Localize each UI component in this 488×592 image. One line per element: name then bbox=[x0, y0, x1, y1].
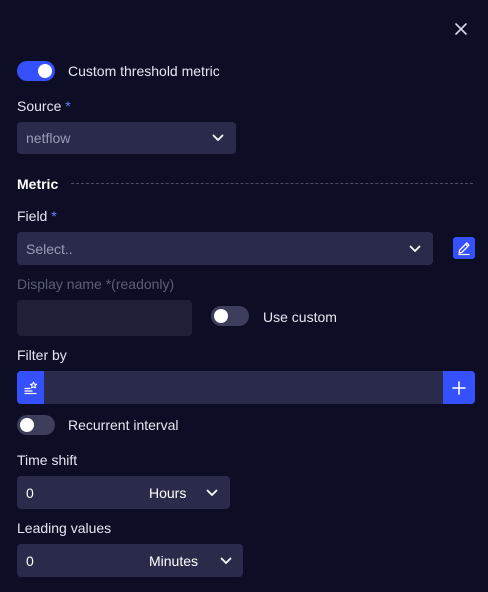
edit-field-button[interactable] bbox=[453, 237, 475, 259]
chevron-down-icon bbox=[212, 134, 224, 141]
filter-list-star-icon bbox=[23, 381, 37, 394]
custom-threshold-toggle[interactable] bbox=[17, 61, 55, 81]
source-select[interactable]: netflow bbox=[17, 122, 236, 154]
field-label: Field * bbox=[17, 208, 57, 224]
chevron-down-icon[interactable] bbox=[220, 557, 232, 565]
leading-values-value[interactable]: 0 bbox=[26, 553, 34, 569]
section-divider bbox=[71, 183, 473, 184]
field-select[interactable]: Select.. bbox=[17, 232, 433, 265]
display-name-label: Display name *(readonly) bbox=[17, 276, 174, 292]
time-shift-field: 0 Hours bbox=[17, 476, 230, 509]
toggle-knob bbox=[214, 309, 228, 323]
leading-values-unit[interactable]: Minutes bbox=[149, 553, 198, 569]
filter-menu-button[interactable] bbox=[17, 371, 44, 404]
close-button[interactable] bbox=[451, 19, 471, 39]
leading-values-field: 0 Minutes bbox=[17, 544, 243, 577]
recurrent-interval-toggle[interactable] bbox=[17, 415, 55, 435]
required-marker: * bbox=[65, 98, 71, 114]
source-label-text: Source bbox=[17, 98, 62, 114]
filter-by-label: Filter by bbox=[17, 347, 67, 363]
toggle-knob bbox=[20, 418, 34, 432]
required-marker: * bbox=[51, 208, 57, 224]
source-label: Source * bbox=[17, 98, 71, 114]
display-name-label-text: Display name bbox=[17, 276, 102, 292]
time-shift-value[interactable]: 0 bbox=[26, 485, 34, 501]
toggle-knob bbox=[38, 64, 52, 78]
leading-values-label: Leading values bbox=[17, 520, 112, 536]
add-filter-button[interactable] bbox=[443, 371, 475, 404]
use-custom-label: Use custom bbox=[263, 309, 337, 325]
display-name-input bbox=[17, 300, 192, 336]
custom-threshold-label: Custom threshold metric bbox=[68, 63, 220, 79]
close-icon bbox=[455, 23, 467, 35]
pencil-icon bbox=[458, 242, 470, 256]
metric-section-title: Metric bbox=[17, 176, 59, 192]
use-custom-toggle[interactable] bbox=[211, 306, 249, 326]
field-label-text: Field bbox=[17, 208, 48, 224]
time-shift-label: Time shift bbox=[17, 452, 78, 468]
readonly-note: *(readonly) bbox=[105, 276, 175, 292]
plus-icon bbox=[452, 380, 466, 395]
field-placeholder: Select.. bbox=[26, 240, 73, 257]
filter-by-input[interactable] bbox=[17, 371, 475, 404]
chevron-down-icon[interactable] bbox=[206, 489, 218, 497]
source-value: netflow bbox=[26, 130, 71, 146]
time-shift-unit[interactable]: Hours bbox=[149, 485, 186, 501]
recurrent-interval-label: Recurrent interval bbox=[68, 417, 179, 433]
chevron-down-icon bbox=[409, 245, 421, 252]
